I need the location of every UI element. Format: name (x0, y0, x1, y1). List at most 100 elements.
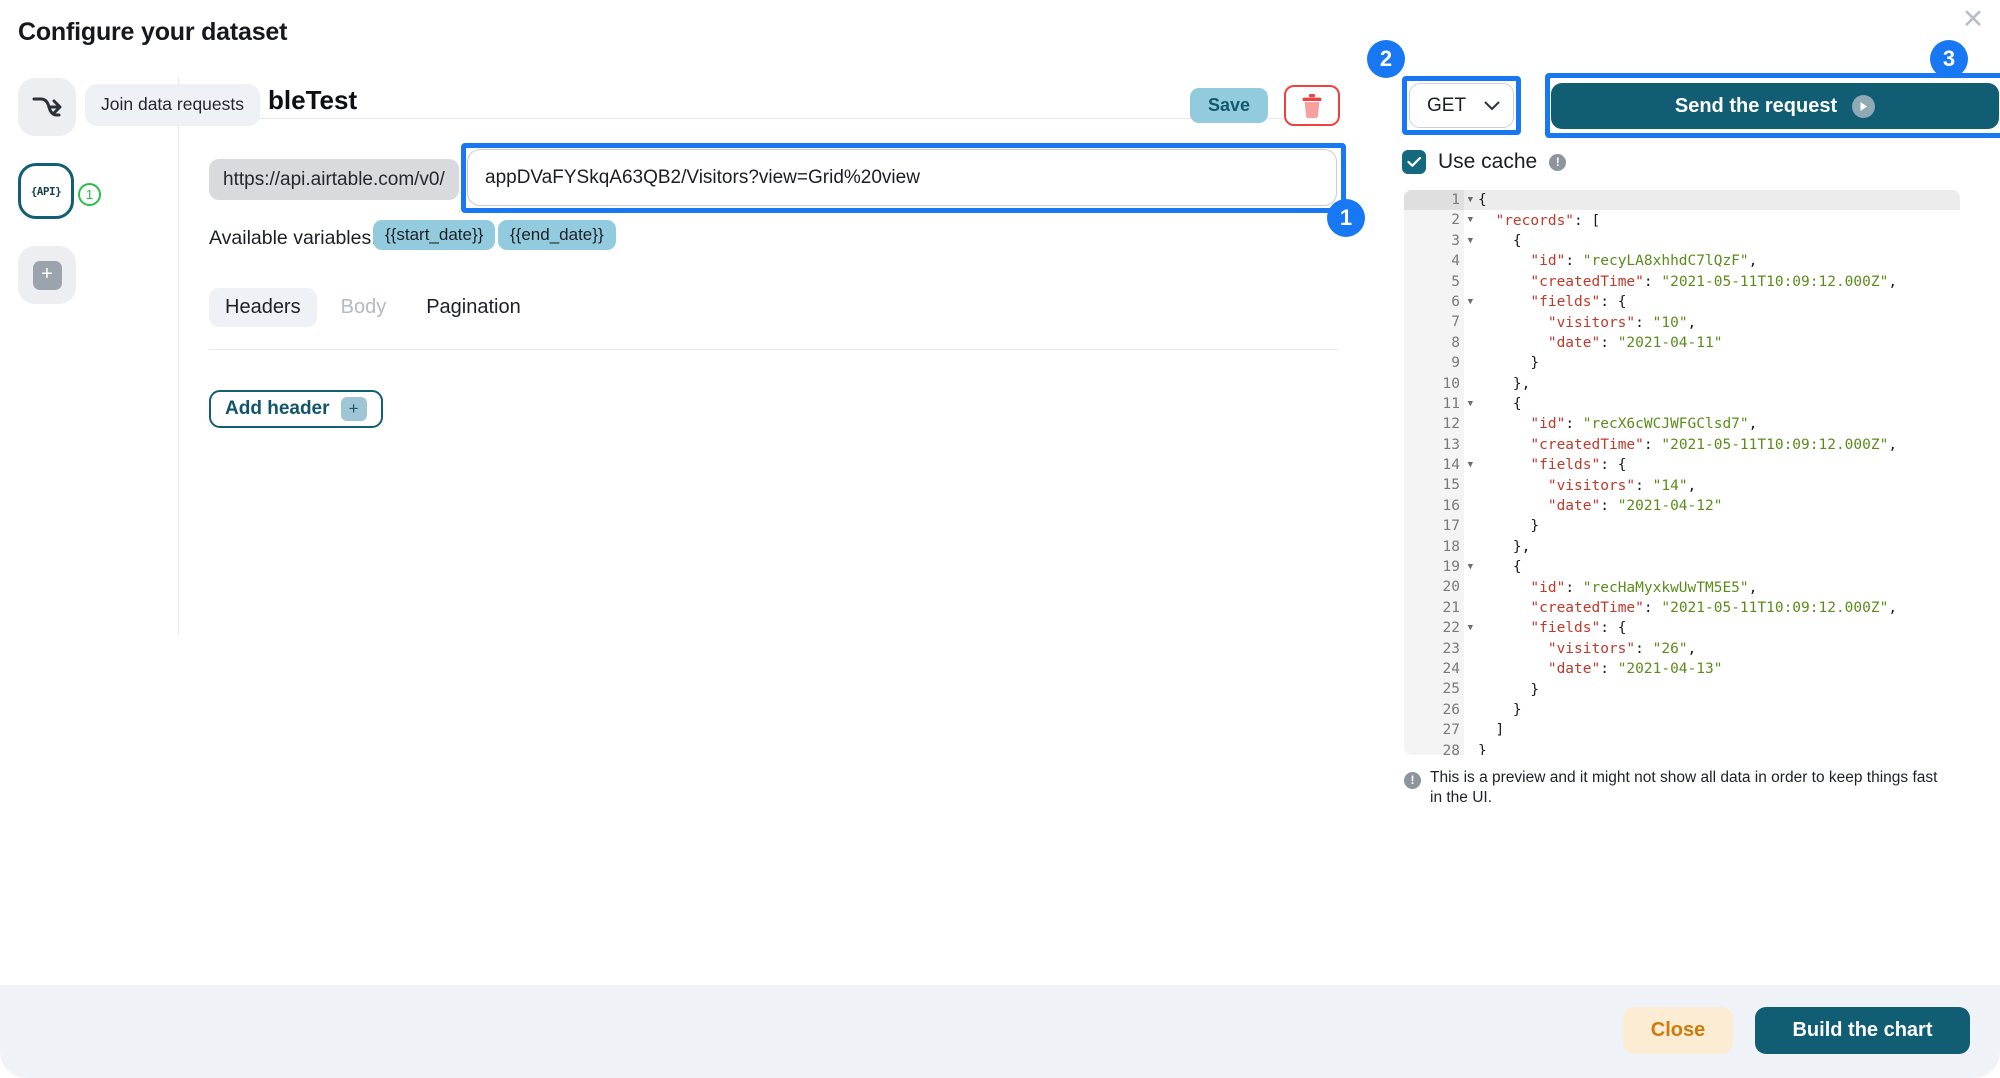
line-number: 14 ▼ (1404, 455, 1473, 476)
add-request-button[interactable]: + (18, 246, 76, 304)
code-line-text: }, (1512, 375, 1531, 392)
code-line: 2 ▼ "records": [ (1404, 210, 1960, 231)
chevron-down-icon (1484, 101, 1500, 110)
line-number: 4 (1404, 251, 1464, 272)
play-icon (1852, 94, 1876, 118)
preview-note-text: This is a preview and it might not show … (1430, 769, 1938, 807)
method-select[interactable]: GET (1409, 83, 1514, 128)
code-line-text: } (1478, 742, 1487, 755)
line-number: 16 (1404, 495, 1464, 517)
add-header-button[interactable]: Add header + (209, 390, 383, 428)
fold-toggle-icon[interactable]: ▼ (1468, 394, 1473, 415)
code-line-text: "visitors": "14", (1547, 477, 1697, 494)
code-line: 25 } (1404, 679, 1960, 700)
code-line: 1 ▼{ (1404, 190, 1960, 211)
use-cache-label: Use cache (1438, 150, 1538, 173)
preview-note: ! This is a preview and it might not sho… (1404, 768, 1949, 809)
join-data-requests-icon (32, 97, 62, 117)
code-line-text: "createdTime": "2021-05-11T10:09:12.000Z… (1530, 273, 1898, 290)
fold-toggle-icon[interactable]: ▼ (1468, 292, 1473, 313)
send-request-button[interactable]: Send the request (1551, 83, 1999, 129)
line-number: 3 ▼ (1404, 230, 1473, 252)
code-line-text: "fields": { (1530, 620, 1627, 637)
line-number: 24 (1404, 658, 1464, 680)
plus-icon: + (32, 260, 62, 290)
code-line-text: } (1512, 701, 1522, 718)
fold-toggle-icon[interactable]: ▼ (1468, 231, 1473, 252)
line-number: 21 (1404, 597, 1464, 619)
line-number: 23 (1404, 638, 1464, 659)
code-line-text: } (1530, 355, 1540, 372)
tab-pagination[interactable]: Pagination (410, 288, 537, 327)
request-name: bleTest (268, 85, 358, 115)
annotation-badge-1: 1 (1327, 199, 1365, 237)
line-number: 1 ▼ (1404, 190, 1473, 211)
code-line: 19 ▼ { (1404, 557, 1960, 578)
line-number: 2 ▼ (1404, 210, 1473, 231)
code-line-text: "id": "recyLA8xhhdC7lQzF", (1530, 253, 1758, 270)
divider-top (209, 118, 1338, 119)
code-line-text: "visitors": "26", (1547, 640, 1697, 657)
annotation-badge-3: 3 (1930, 40, 1968, 78)
line-number: 7 (1404, 312, 1464, 333)
available-variables-label: Available variables: (209, 227, 377, 249)
line-number: 22 ▼ (1404, 618, 1473, 639)
line-number: 6 ▼ (1404, 291, 1473, 313)
code-line: 26 } (1404, 699, 1960, 721)
code-line: 18 }, (1404, 536, 1960, 558)
code-line: 16 "date": "2021-04-12" (1404, 495, 1960, 517)
line-number: 8 (1404, 332, 1464, 354)
line-number: 28 (1404, 740, 1464, 755)
fold-toggle-icon[interactable]: ▼ (1468, 618, 1473, 639)
fold-toggle-icon[interactable]: ▼ (1468, 190, 1473, 211)
method-value: GET (1427, 94, 1467, 116)
line-number: 20 (1404, 577, 1464, 598)
close-button[interactable]: Close (1623, 1007, 1733, 1054)
code-line: 6 ▼ "fields": { (1404, 291, 1960, 313)
info-icon[interactable]: ! (1549, 153, 1567, 171)
code-line: 23 "visitors": "26", (1404, 638, 1960, 659)
code-line: 9 } (1404, 353, 1960, 374)
send-request-label: Send the request (1674, 94, 1838, 117)
code-line: 27 ] (1404, 720, 1960, 741)
use-cache-row[interactable]: Use cache ! (1402, 150, 1567, 174)
annotation-badge-2: 2 (1367, 40, 1405, 78)
fold-toggle-icon[interactable]: ▼ (1468, 455, 1473, 476)
code-line: 11 ▼ { (1404, 393, 1960, 415)
code-line-text: }, (1512, 538, 1531, 555)
delete-request-button[interactable] (1284, 85, 1340, 126)
code-line: 13 "createdTime": "2021-05-11T10:09:12.0… (1404, 434, 1960, 456)
tab-headers[interactable]: Headers (209, 288, 317, 327)
code-lines: 1 ▼{2 ▼ "records": [3 ▼ {4 "id": "recyLA8xh… (1404, 190, 1960, 755)
code-line: 20 "id": "recHaMyxkwUwTM5E5", (1404, 577, 1960, 598)
code-line-text: "fields": { (1530, 457, 1627, 474)
close-icon[interactable]: ✕ (1956, 2, 1990, 36)
line-number: 15 (1404, 475, 1464, 496)
code-line: 10 }, (1404, 373, 1960, 394)
line-number: 25 (1404, 679, 1464, 700)
build-the-chart-button[interactable]: Build the chart (1755, 1007, 1970, 1054)
code-line-text: ] (1495, 722, 1505, 739)
fold-toggle-icon[interactable]: ▼ (1468, 210, 1473, 231)
code-line: 4 "id": "recyLA8xhhdC7lQzF", (1404, 251, 1960, 272)
url-input-wrapper[interactable] (467, 149, 1337, 206)
code-line: 22 ▼ "fields": { (1404, 618, 1960, 639)
code-line: 3 ▼ { (1404, 230, 1960, 252)
plus-icon: + (340, 397, 367, 421)
save-button[interactable]: Save (1190, 88, 1268, 123)
line-number: 19 ▼ (1404, 557, 1473, 578)
response-preview-editor[interactable]: 1 ▼{2 ▼ "records": [3 ▼ {4 "id": "recyLA8xh… (1404, 190, 1960, 755)
code-line: 7 "visitors": "10", (1404, 312, 1960, 333)
sidebar-item-join-data-requests[interactable] (18, 78, 76, 136)
fold-toggle-icon[interactable]: ▼ (1468, 557, 1473, 578)
url-input[interactable] (485, 166, 1319, 189)
use-cache-checkbox[interactable] (1402, 150, 1426, 174)
sidebar-item-api-request[interactable]: {API} 1 (18, 163, 101, 219)
line-number: 17 (1404, 516, 1464, 537)
join-data-requests-tooltip: Join data requests (85, 84, 261, 126)
variable-chip-start-date[interactable]: {{start_date}} (373, 220, 496, 250)
variable-chip-end-date[interactable]: {{end_date}} (498, 220, 616, 250)
panel-divider (178, 78, 179, 634)
trash-icon (1302, 93, 1322, 118)
code-line-text: } (1530, 518, 1540, 535)
